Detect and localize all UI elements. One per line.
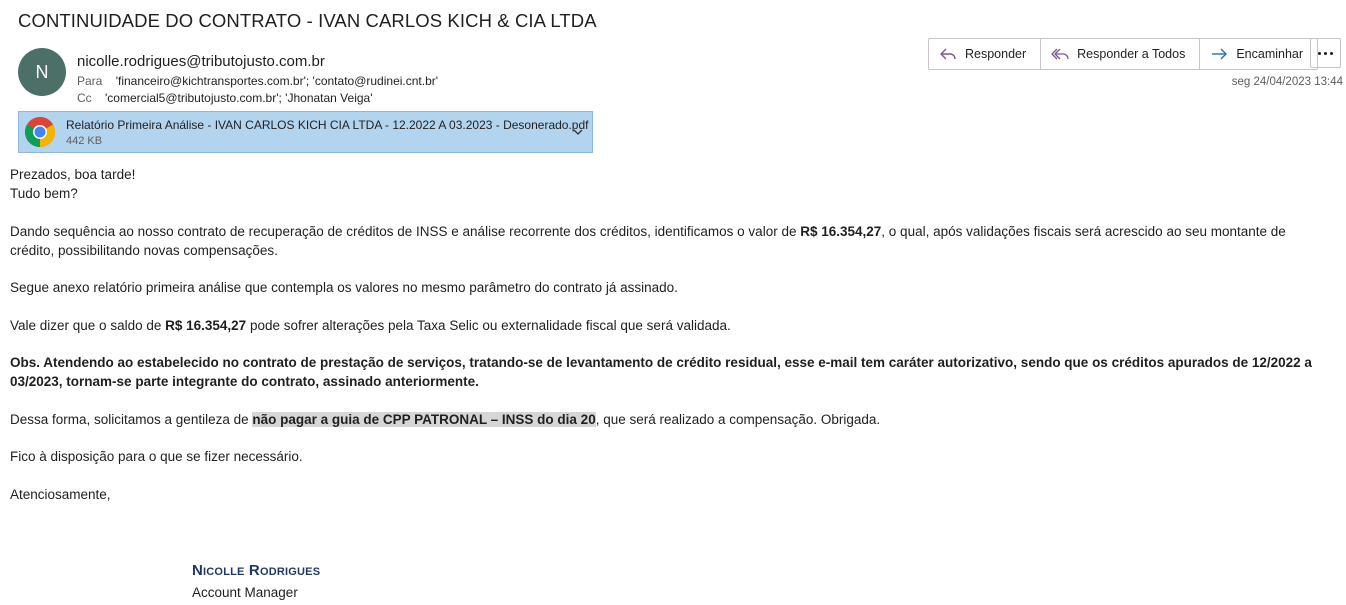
closing: Atenciosamente, <box>10 486 111 502</box>
sender-avatar[interactable]: N <box>18 48 66 96</box>
reply-label: Responder <box>965 47 1027 61</box>
paragraph-2: Segue anexo relatório primeira análise q… <box>10 280 678 295</box>
paragraph-5-text-b: , que será realizado a compensação. Obri… <box>595 411 881 427</box>
highlighted-instruction: não pagar a guia de CPP PATRONAL – INSS … <box>252 411 596 427</box>
greeting-line-2: Tudo bem? <box>10 186 78 201</box>
message-actions: Responder Responder a Todos Encaminhar <box>928 38 1319 70</box>
more-actions-button[interactable] <box>1310 38 1341 68</box>
avatar-initial: N <box>35 61 49 82</box>
reply-all-button[interactable]: Responder a Todos <box>1041 39 1201 69</box>
paragraph-1-text-a: Dando sequência ao nosso contrato de rec… <box>10 223 801 239</box>
paragraph-5: Dessa forma, solicitamos a gentileza de … <box>10 410 1330 429</box>
attachment-size: 442 KB <box>66 135 103 147</box>
paragraph-6: Fico à disposição para o que se fizer ne… <box>10 449 303 464</box>
reply-button[interactable]: Responder <box>929 39 1042 69</box>
cc-label: Cc <box>77 91 92 105</box>
obs-text: Obs. Atendendo ao estabelecido no contra… <box>10 355 1312 389</box>
signature-role: Account Manager <box>192 585 298 600</box>
paragraph-3: Vale dizer que o saldo de R$ 16.354,27 p… <box>10 316 1330 335</box>
forward-icon <box>1212 48 1228 60</box>
paragraph-1: Dando sequência ao nosso contrato de rec… <box>10 222 1330 260</box>
to-recipients: Para 'financeiro@kichtransportes.com.br'… <box>77 74 438 88</box>
email-subject: CONTINUIDADE DO CONTRATO - IVAN CARLOS K… <box>18 10 597 31</box>
cc-recipients: Cc 'comercial5@tributojusto.com.br'; 'Jh… <box>77 91 373 105</box>
chrome-icon <box>24 117 56 147</box>
reply-icon <box>940 48 956 60</box>
credit-amount: R$ 16.354,27 <box>800 223 882 239</box>
message-body: Prezados, boa tarde! Tudo bem? Dando seq… <box>10 165 1330 522</box>
paragraph-5-text-a: Dessa forma, solicitamos a gentileza de <box>10 411 253 427</box>
forward-button[interactable]: Encaminhar <box>1200 39 1317 69</box>
to-label: Para <box>77 74 103 88</box>
chevron-down-icon[interactable] <box>572 126 584 138</box>
paragraph-3-text-b: pode sofrer alterações pela Taxa Selic o… <box>246 317 731 333</box>
sent-date: seg 24/04/2023 13:44 <box>1231 76 1343 88</box>
reply-all-label: Responder a Todos <box>1077 47 1186 61</box>
paragraph-3-text-a: Vale dizer que o saldo de <box>10 317 166 333</box>
cc-value[interactable]: 'comercial5@tributojusto.com.br'; 'Jhona… <box>105 91 372 105</box>
paragraph-obs: Obs. Atendendo ao estabelecido no contra… <box>10 353 1330 391</box>
attachment-card[interactable]: Relatório Primeira Análise - IVAN CARLOS… <box>18 111 593 153</box>
forward-label: Encaminhar <box>1236 47 1304 61</box>
to-value[interactable]: 'financeiro@kichtransportes.com.br'; 'co… <box>116 74 438 88</box>
signature-name: Nicolle Rodrigues <box>192 562 321 579</box>
more-icon <box>1318 51 1321 55</box>
balance-amount: R$ 16.354,27 <box>165 317 247 333</box>
attachment-name: Relatório Primeira Análise - IVAN CARLOS… <box>66 118 589 132</box>
greeting-line-1: Prezados, boa tarde! <box>10 167 136 182</box>
reply-all-icon <box>1051 48 1069 60</box>
sender-address[interactable]: nicolle.rodrigues@tributojusto.com.br <box>77 53 325 70</box>
